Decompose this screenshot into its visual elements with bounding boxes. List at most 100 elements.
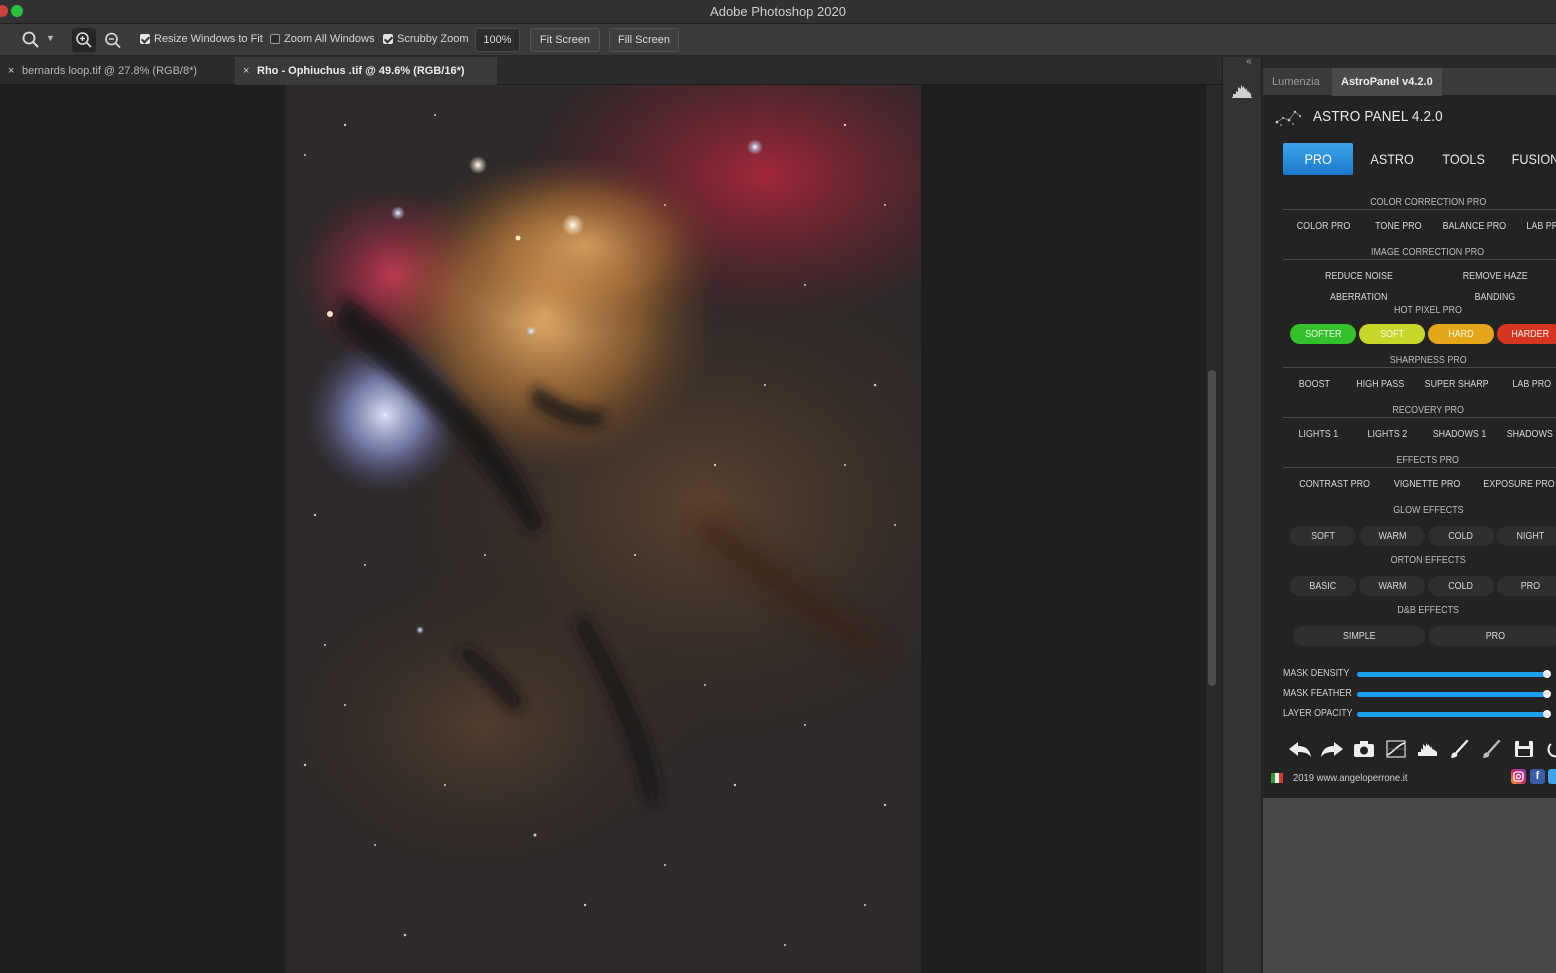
layer-opacity-slider[interactable] bbox=[1357, 710, 1551, 718]
instagram-icon[interactable] bbox=[1511, 769, 1526, 784]
document-tab-bar: × bernards loop.tif @ 27.8% (RGB/8*) × Rho… bbox=[0, 57, 1222, 85]
layer-opacity-fill bbox=[1357, 712, 1547, 717]
orton-basic-button[interactable]: BASIC bbox=[1290, 576, 1356, 596]
reduce-noise-button[interactable]: REDUCE NOISE bbox=[1289, 266, 1429, 286]
facebook-icon[interactable]: f bbox=[1530, 769, 1545, 784]
lab-pro-sharp-button[interactable]: LAB PRO bbox=[1499, 374, 1556, 394]
orton-pro-button[interactable]: PRO bbox=[1497, 576, 1556, 596]
italy-flag-icon bbox=[1271, 773, 1283, 783]
mask-density-slider[interactable] bbox=[1357, 670, 1551, 678]
soft-button[interactable]: SOFT bbox=[1359, 324, 1425, 344]
twitter-icon[interactable] bbox=[1548, 769, 1556, 784]
remove-haze-button[interactable]: REMOVE HAZE bbox=[1425, 266, 1556, 286]
refresh-icon[interactable] bbox=[1543, 738, 1556, 760]
zoom-in-button[interactable] bbox=[72, 28, 96, 52]
hard-button[interactable]: HARD bbox=[1428, 324, 1494, 344]
panel-tab-bar: Lumenzia AstroPanel v4.2.0 bbox=[1263, 68, 1556, 96]
eraser-brush-icon[interactable] bbox=[1479, 738, 1505, 760]
mask-feather-slider[interactable] bbox=[1357, 690, 1551, 698]
close-tab-icon[interactable]: × bbox=[243, 57, 257, 85]
vignette-pro-button[interactable]: VIGNETTE PRO bbox=[1381, 474, 1473, 494]
lights-2-button[interactable]: LIGHTS 2 bbox=[1354, 424, 1420, 444]
levels-histogram-icon[interactable] bbox=[1415, 738, 1441, 760]
orton-cold-button[interactable]: COLD bbox=[1428, 576, 1494, 596]
zoom-in-icon bbox=[76, 32, 92, 48]
photoshop-window: Adobe Photoshop 2020 ▼ Resize Windows to… bbox=[0, 0, 1556, 973]
section-title-glow: GLOW EFFECTS bbox=[1392, 504, 1464, 516]
panel-tab-lumenzia[interactable]: Lumenzia bbox=[1263, 68, 1329, 96]
document-canvas[interactable] bbox=[0, 85, 1206, 973]
mask-feather-handle[interactable] bbox=[1543, 690, 1551, 698]
snapshot-camera-icon[interactable] bbox=[1351, 738, 1377, 760]
main-tab-pro[interactable]: PRO bbox=[1283, 143, 1353, 175]
balance-pro-button[interactable]: BALANCE PRO bbox=[1435, 216, 1513, 236]
glow-night-button[interactable]: NIGHT bbox=[1497, 526, 1556, 546]
nebula-image bbox=[285, 85, 921, 973]
layer-opacity-handle[interactable] bbox=[1543, 710, 1551, 718]
super-sharp-button[interactable]: SUPER SHARP bbox=[1419, 374, 1495, 394]
mask-feather-label: MASK FEATHER bbox=[1283, 687, 1352, 699]
section-title-sharpness: SHARPNESS PRO bbox=[1283, 354, 1556, 368]
save-disk-icon[interactable] bbox=[1511, 738, 1537, 760]
astro-panel: ASTRO PANEL 4.2.0 PRO ASTRO TOOLS FUSION… bbox=[1263, 96, 1556, 798]
lights-1-button[interactable]: LIGHTS 1 bbox=[1285, 424, 1351, 444]
brush-icon[interactable] bbox=[1447, 738, 1473, 760]
zoom-all-windows-checkbox[interactable]: Zoom All Windows bbox=[270, 33, 374, 45]
checkbox-icon[interactable] bbox=[140, 34, 150, 44]
main-tab-fusion[interactable]: FUSION bbox=[1500, 143, 1556, 175]
db-simple-button[interactable]: SIMPLE bbox=[1293, 626, 1425, 646]
scrubby-zoom-checkbox[interactable]: Scrubby Zoom bbox=[383, 33, 469, 45]
panel-tab-astropanel[interactable]: AstroPanel v4.2.0 bbox=[1332, 68, 1442, 96]
mask-feather-fill bbox=[1357, 692, 1547, 697]
tone-pro-button[interactable]: TONE PRO bbox=[1359, 216, 1437, 236]
glow-cold-button[interactable]: COLD bbox=[1428, 526, 1494, 546]
title-bar: Adobe Photoshop 2020 bbox=[0, 0, 1556, 24]
checkbox-icon[interactable] bbox=[383, 34, 393, 44]
collapse-dock-icon[interactable]: « bbox=[1246, 56, 1252, 67]
extension-panel: Lumenzia AstroPanel v4.2.0 ASTRO PANEL 4… bbox=[1263, 68, 1556, 973]
main-tab-tools[interactable]: TOOLS bbox=[1429, 143, 1499, 175]
contrast-pro-button[interactable]: CONTRAST PRO bbox=[1289, 474, 1381, 494]
shadows-1-button[interactable]: SHADOWS 1 bbox=[1424, 424, 1496, 444]
rho-ophiuchus-image bbox=[285, 85, 921, 973]
tool-preset-chevron-down-icon[interactable]: ▼ bbox=[46, 33, 55, 43]
harder-button[interactable]: HARDER bbox=[1497, 324, 1556, 344]
footer-credit[interactable]: 2019 www.angeloperrone.it bbox=[1293, 772, 1420, 784]
zoom-tool-icon[interactable] bbox=[20, 30, 42, 50]
fill-screen-button[interactable]: Fill Screen bbox=[609, 28, 679, 52]
redo-arrow-icon[interactable] bbox=[1319, 738, 1345, 760]
boost-button[interactable]: BOOST bbox=[1281, 374, 1347, 394]
section-title-db: D&B EFFECTS bbox=[1397, 604, 1459, 616]
window-title: Adobe Photoshop 2020 bbox=[710, 4, 846, 19]
lab-pro-color-button[interactable]: LAB PRO bbox=[1507, 216, 1556, 236]
glow-soft-button[interactable]: SOFT bbox=[1290, 526, 1356, 546]
shadows-2-button[interactable]: SHADOWS 2 bbox=[1498, 424, 1556, 444]
close-tab-icon[interactable]: × bbox=[8, 57, 22, 85]
section-title-recovery: RECOVERY PRO bbox=[1283, 404, 1556, 418]
db-pro-button[interactable]: PRO bbox=[1429, 626, 1556, 646]
glow-warm-button[interactable]: WARM bbox=[1359, 526, 1425, 546]
high-pass-button[interactable]: HIGH PASS bbox=[1345, 374, 1415, 394]
softer-button[interactable]: SOFTER bbox=[1290, 324, 1356, 344]
section-title-hot-pixel: HOT PIXEL PRO bbox=[1394, 304, 1462, 316]
section-title-image-correction: IMAGE CORRECTION PRO bbox=[1283, 246, 1556, 260]
zoom-100-button[interactable]: 100% bbox=[475, 28, 520, 52]
doc-tab-bernards-loop[interactable]: × bernards loop.tif @ 27.8% (RGB/8*) bbox=[0, 57, 235, 85]
fit-screen-button[interactable]: Fit Screen bbox=[530, 28, 600, 52]
resize-windows-checkbox[interactable]: Resize Windows to Fit bbox=[140, 33, 263, 45]
undo-arrow-icon[interactable] bbox=[1287, 738, 1313, 760]
vertical-scroll-thumb[interactable] bbox=[1208, 370, 1216, 686]
zoom-out-icon[interactable] bbox=[102, 30, 124, 50]
orton-warm-button[interactable]: WARM bbox=[1359, 576, 1425, 596]
curves-icon[interactable] bbox=[1383, 738, 1409, 760]
section-title-orton: ORTON EFFECTS bbox=[1390, 554, 1466, 566]
color-pro-button[interactable]: COLOR PRO bbox=[1285, 216, 1363, 236]
mask-density-handle[interactable] bbox=[1543, 670, 1551, 678]
exposure-pro-button[interactable]: EXPOSURE PRO bbox=[1473, 474, 1556, 494]
section-title-effects: EFFECTS PRO bbox=[1283, 454, 1556, 468]
checkbox-icon[interactable] bbox=[270, 34, 280, 44]
main-tab-astro[interactable]: ASTRO bbox=[1357, 143, 1427, 175]
section-title-color-correction: COLOR CORRECTION PRO bbox=[1283, 196, 1556, 210]
doc-tab-rho-ophiuchus[interactable]: × Rho - Ophiuchus .tif @ 49.6% (RGB/16*) bbox=[235, 57, 497, 85]
histogram-icon[interactable] bbox=[1232, 82, 1252, 98]
